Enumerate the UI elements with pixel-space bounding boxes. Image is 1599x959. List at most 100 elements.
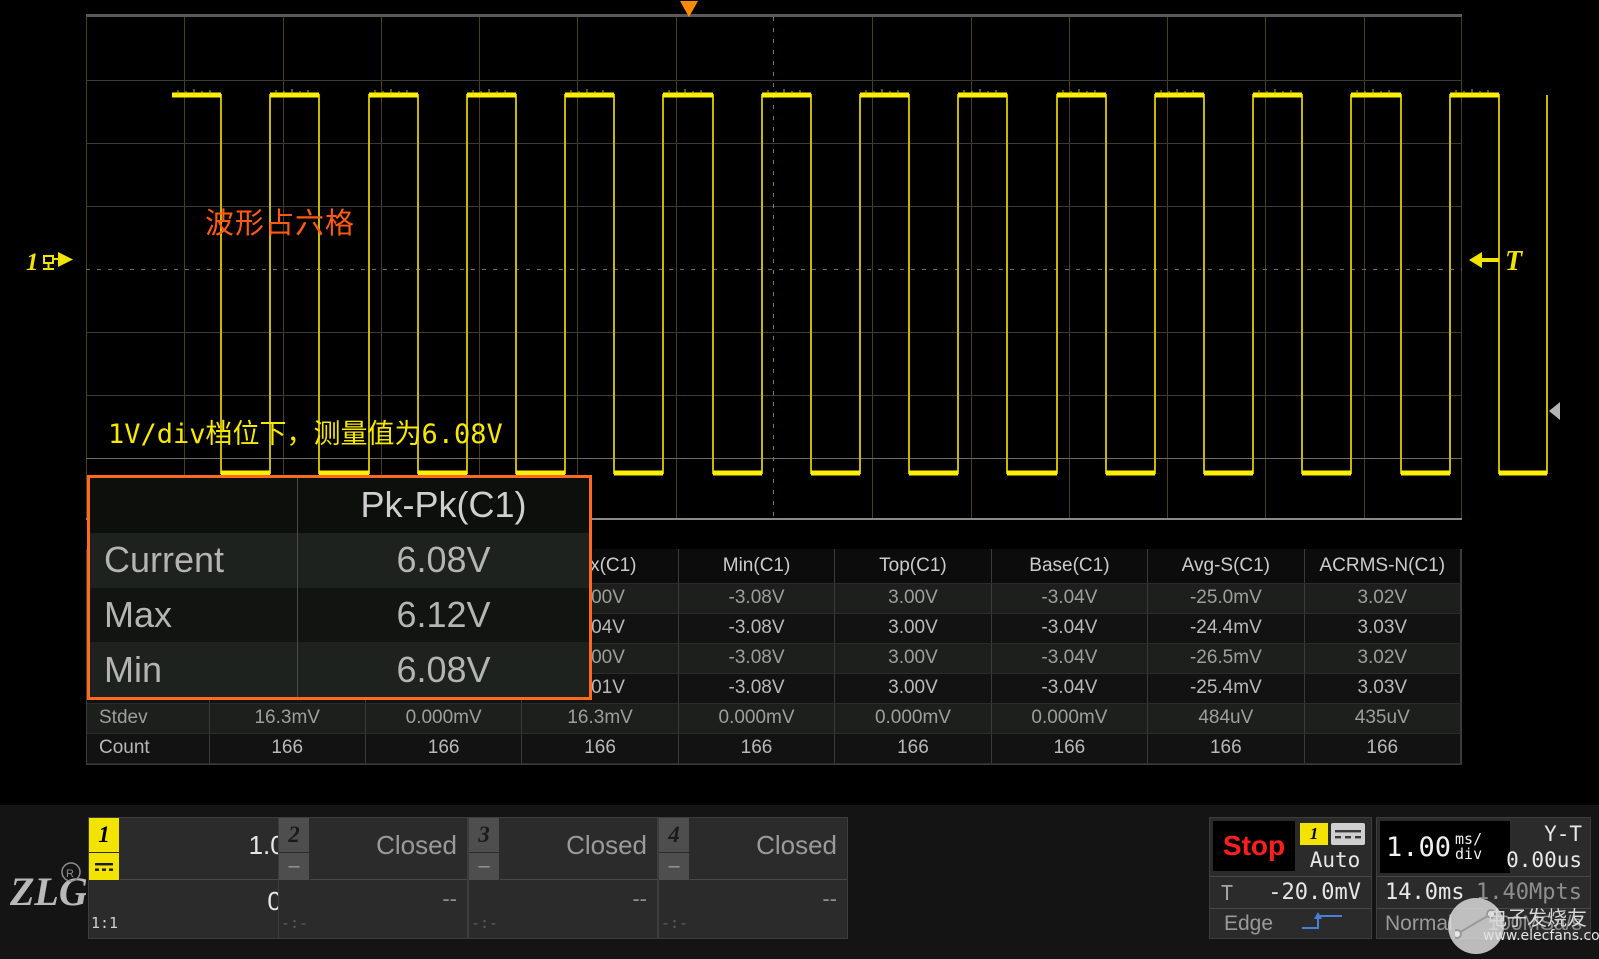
cell: 435uV xyxy=(1304,703,1460,733)
channel-1-badge[interactable]: 1 xyxy=(89,818,119,880)
measurement-zoom-callout: Pk-Pk(C1) Current 6.08V Max 6.12V Min 6.… xyxy=(87,475,592,700)
table-row: Count 166 166 166 166 166 166 166 166 xyxy=(87,733,1461,763)
zoom-row-label-min: Min xyxy=(90,642,297,697)
channel-1-number: 1 xyxy=(89,818,119,852)
channel-marker-label: 1 xyxy=(26,249,39,277)
channel-3-probe-ratio[interactable]: -:- xyxy=(471,914,498,932)
channel-2-offset[interactable]: -- xyxy=(442,886,457,912)
row-label: Stdev xyxy=(87,703,209,733)
cell: 0.000mV xyxy=(991,703,1147,733)
trigger-coupling-icon xyxy=(1331,823,1365,845)
trigger-type-label[interactable]: Edge xyxy=(1210,912,1273,936)
channel-3-block[interactable]: 3 – Closed -- -:- xyxy=(468,817,658,939)
cell: 0.000mV xyxy=(678,703,834,733)
channel-3-badge[interactable]: 3 – xyxy=(469,818,499,880)
watermark-url: www.elecfans.com xyxy=(1483,928,1599,944)
trigger-level-marker[interactable]: T xyxy=(1468,246,1522,278)
channel-4-state[interactable]: Closed xyxy=(756,830,837,861)
cell: -26.5mV xyxy=(1148,643,1304,673)
scope-screen[interactable]: 1 T xyxy=(0,0,1599,795)
timebase-unit: ms/ div xyxy=(1455,832,1482,862)
coupling-dash-icon: – xyxy=(279,853,309,880)
channel-4-badge[interactable]: 4 – xyxy=(659,818,689,880)
channel-2-probe-ratio[interactable]: -:- xyxy=(281,914,308,932)
cell: 3.03V xyxy=(1304,613,1460,643)
table-row: Stdev 16.3mV 0.000mV 16.3mV 0.000mV 0.00… xyxy=(87,703,1461,733)
timebase-box[interactable]: 1.00 ms/ div xyxy=(1380,821,1510,873)
channel-2-state[interactable]: Closed xyxy=(376,830,457,861)
cell: -24.4mV xyxy=(1148,613,1304,643)
zoom-header-blank xyxy=(90,478,297,533)
waveform-trace-c1 xyxy=(172,31,1548,537)
cell: -3.08V xyxy=(678,673,834,703)
cell: -3.04V xyxy=(991,643,1147,673)
trigger-level-row[interactable]: T -20.0mV xyxy=(1210,876,1371,908)
zlg-logo: ZLG R xyxy=(4,857,86,927)
channel-3-offset[interactable]: -- xyxy=(632,886,647,912)
cell: 166 xyxy=(1148,733,1304,763)
col-header-top[interactable]: Top(C1) xyxy=(835,549,991,583)
trigger-type-row[interactable]: Edge xyxy=(1210,908,1371,938)
cell: 166 xyxy=(835,733,991,763)
ground-level-marker-icon xyxy=(42,247,75,278)
timebase-delay-value[interactable]: 0.00us xyxy=(1506,848,1582,872)
channel-4-offset[interactable]: -- xyxy=(822,886,837,912)
cell: 166 xyxy=(991,733,1147,763)
zoom-row-label-current: Current xyxy=(90,533,297,588)
col-header-acrmsn[interactable]: ACRMS-N(C1) xyxy=(1304,549,1460,583)
channel-4-block[interactable]: 4 – Closed -- -:- xyxy=(658,817,848,939)
col-header-base[interactable]: Base(C1) xyxy=(991,549,1147,583)
acquisition-mode[interactable]: Normal xyxy=(1377,912,1453,936)
rising-edge-icon[interactable] xyxy=(1299,911,1345,936)
cell: -3.08V xyxy=(678,643,834,673)
channel-2-badge[interactable]: 2 – xyxy=(279,818,309,880)
annotation-orange: 波形占六格 xyxy=(205,200,355,242)
collapse-left-arrow-icon[interactable] xyxy=(1546,396,1564,426)
col-header-avgs[interactable]: Avg-S(C1) xyxy=(1148,549,1304,583)
cell: -25.4mV xyxy=(1148,673,1304,703)
trigger-level-value[interactable]: -20.0mV xyxy=(1244,880,1371,905)
channel-2-block[interactable]: 2 – Closed -- -:- xyxy=(278,817,468,939)
run-state-box[interactable]: Stop xyxy=(1213,821,1295,871)
dc-coupling-icon xyxy=(89,853,119,880)
oscilloscope-window: 1 T xyxy=(0,0,1599,959)
cell: -3.04V xyxy=(991,673,1147,703)
cell: 3.00V xyxy=(835,583,991,613)
zoom-row-value-max: 6.12V xyxy=(297,588,589,643)
row-label: Count xyxy=(87,733,209,763)
cell: 3.00V xyxy=(835,673,991,703)
timebase-value: 1.00 xyxy=(1386,832,1451,863)
coupling-dash-icon: – xyxy=(469,853,499,880)
channel-3-state[interactable]: Closed xyxy=(566,830,647,861)
run-state-label: Stop xyxy=(1223,830,1285,862)
cell: 0.000mV xyxy=(835,703,991,733)
coupling-dash-icon: – xyxy=(659,853,689,880)
trigger-position-marker[interactable] xyxy=(678,0,700,20)
cell: -3.04V xyxy=(991,583,1147,613)
cell: 3.03V xyxy=(1304,673,1460,703)
trigger-source-badge[interactable]: 1 xyxy=(1300,823,1365,845)
trigger-source-channel: 1 xyxy=(1300,823,1328,845)
cell: -3.08V xyxy=(678,583,834,613)
channel-3-number: 3 xyxy=(469,818,499,852)
annotation-yellow: 1V/div档位下，测量值为6.08V xyxy=(108,412,503,451)
display-mode-label[interactable]: Y-T xyxy=(1544,822,1582,846)
trigger-mode-label[interactable]: Auto xyxy=(1300,848,1370,872)
col-header-min[interactable]: Min(C1) xyxy=(678,549,834,583)
channel-1-probe-ratio[interactable]: 1:1 xyxy=(91,914,118,932)
cell: 166 xyxy=(209,733,365,763)
trigger-level-key: T xyxy=(1210,881,1244,905)
trigger-panel[interactable]: Stop 1 Auto T -20. xyxy=(1209,817,1372,939)
zoom-row-label-max: Max xyxy=(90,588,297,643)
cell: -25.0mV xyxy=(1148,583,1304,613)
channel-4-number: 4 xyxy=(659,818,689,852)
cell: 3.02V xyxy=(1304,643,1460,673)
cell: 3.00V xyxy=(835,643,991,673)
cell: 166 xyxy=(365,733,521,763)
cell: 16.3mV xyxy=(209,703,365,733)
bottom-control-bar: ZLG R 1 1.00V/div 0.00mV xyxy=(0,795,1599,959)
memory-time: 14.0ms xyxy=(1377,880,1464,905)
channel-4-probe-ratio[interactable]: -:- xyxy=(661,914,688,932)
channel-1-ground-marker[interactable]: 1 xyxy=(26,247,75,278)
svg-text:ZLG: ZLG xyxy=(9,869,86,914)
